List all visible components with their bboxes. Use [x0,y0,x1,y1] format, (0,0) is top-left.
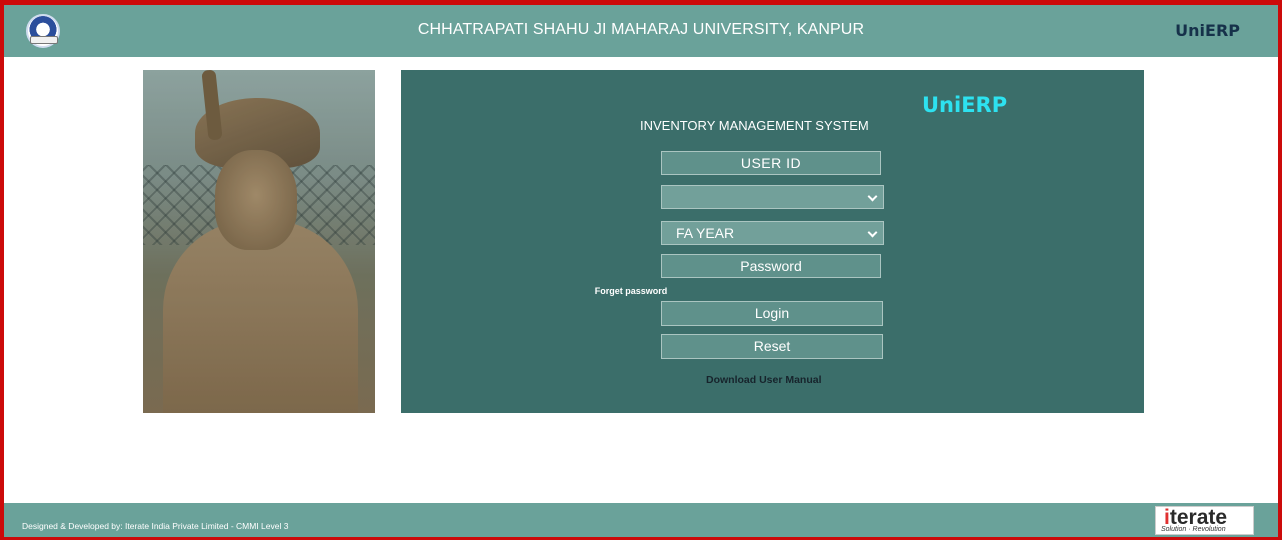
fa-year-select[interactable]: FA YEAR [661,221,884,245]
panel-brand: UniERP [922,93,1008,117]
footer-credit: Designed & Developed by: Iterate India P… [22,521,289,531]
chevron-down-icon [867,227,878,238]
unit-select[interactable] [661,185,884,209]
statue-photo [143,70,375,413]
header-brand: UniERP [1175,21,1240,40]
forget-password-link[interactable]: Forget password [595,286,668,296]
chevron-down-icon [867,191,878,202]
footer-bar: Designed & Developed by: Iterate India P… [4,503,1278,537]
iterate-logo-tagline: Solution · Revolution [1161,526,1226,533]
reset-button[interactable]: Reset [661,334,883,359]
iterate-logo: iterate Solution · Revolution [1155,506,1254,535]
page-title: CHHATRAPATI SHAHU JI MAHARAJ UNIVERSITY,… [417,21,865,38]
header-bar: CHHATRAPATI SHAHU JI MAHARAJ UNIVERSITY,… [4,5,1278,57]
password-field[interactable]: Password [661,254,881,278]
forget-password-row: Forget password [0,286,1282,296]
download-manual-link[interactable]: Download User Manual [706,374,822,386]
photo-overlay [143,70,375,413]
fa-year-select-value: FA YEAR [676,225,735,241]
user-id-field[interactable]: USER ID [661,151,881,175]
system-title: INVENTORY MANAGEMENT SYSTEM [640,118,869,133]
login-button[interactable]: Login [661,301,883,326]
